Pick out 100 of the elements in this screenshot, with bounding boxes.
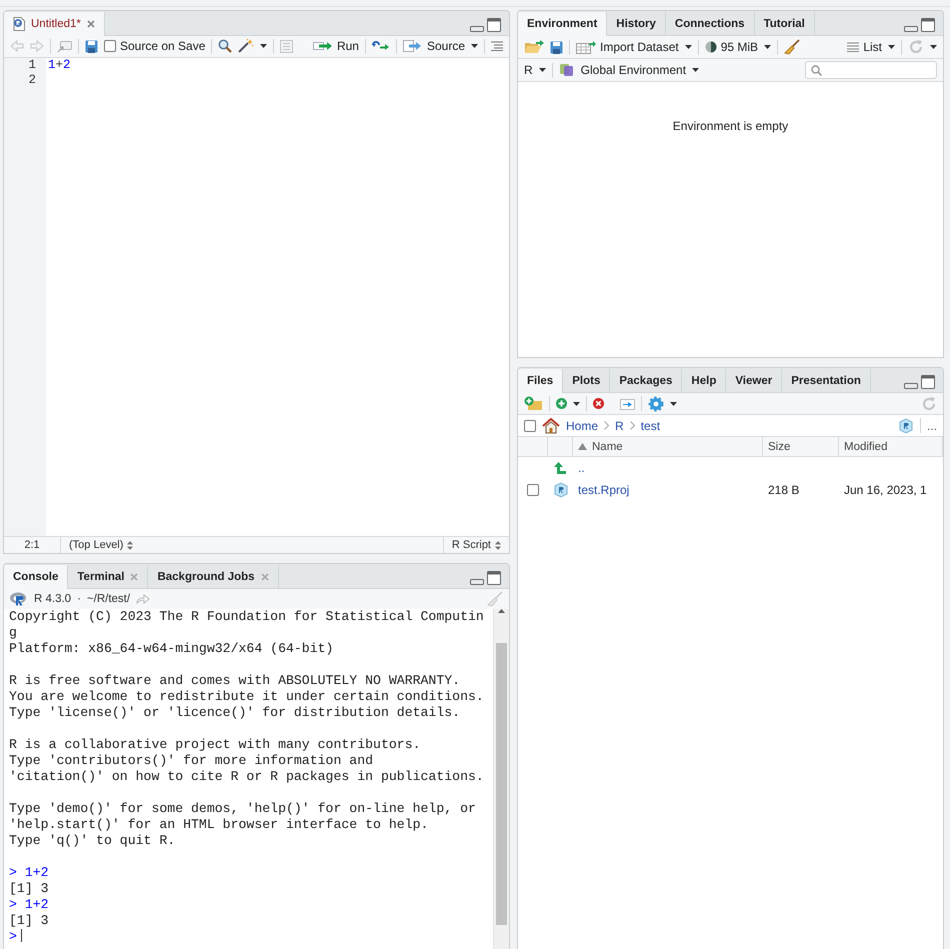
maximize-icon[interactable]	[921, 375, 935, 389]
caret-icon	[684, 45, 692, 49]
file-type-selector[interactable]: R Script	[452, 539, 501, 552]
list-icon	[847, 42, 860, 52]
r-project-icon	[552, 482, 568, 498]
file-tab[interactable]: Untitled1*	[4, 12, 105, 36]
working-directory: ~/R/test/	[86, 593, 130, 605]
pane-tab[interactable]: Files	[518, 369, 564, 393]
cursor-position: 2:1	[4, 537, 61, 553]
r-document-icon	[13, 16, 25, 31]
console-output: g	[9, 625, 18, 641]
environment-selector[interactable]: Global Environment	[580, 63, 686, 77]
show-in-window-icon[interactable]	[57, 40, 72, 53]
delete-icon[interactable]	[593, 398, 604, 409]
breadcrumb-link[interactable]: Home	[566, 418, 598, 432]
close-icon[interactable]	[86, 20, 95, 28]
console-output: Type 'contributors()' for more information and	[9, 753, 374, 769]
search-field[interactable]	[805, 61, 937, 79]
chevron-icon	[604, 421, 610, 430]
caret-icon	[670, 402, 677, 406]
file-link[interactable]: test.Rproj	[578, 483, 630, 497]
file-size: 218 B	[767, 483, 800, 497]
sort-ascending-icon	[578, 443, 587, 450]
minimize-icon[interactable]	[904, 381, 918, 389]
source-button[interactable]: Source	[402, 39, 465, 54]
maximize-icon[interactable]	[921, 18, 935, 32]
caret-icon	[692, 68, 700, 72]
updown-icon	[127, 540, 134, 550]
column-header[interactable]: Name	[573, 437, 763, 456]
add-icon[interactable]	[556, 398, 567, 409]
pane-tab[interactable]: Environment	[518, 12, 608, 36]
console-output: R is free software and comes with ABSOLUTELY NO WARRANTY.	[9, 673, 462, 689]
pane-tab[interactable]: Console	[4, 565, 68, 589]
source-on-save-checkbox[interactable]: Source on Save	[104, 39, 206, 54]
new-folder-icon[interactable]	[524, 396, 543, 411]
console-output: You are welcome to redistribute it under certain conditions.	[9, 689, 485, 705]
console-output: Type 'demo()' for some demos, 'help()' for on-line help, or	[9, 801, 477, 817]
column-header[interactable]: Size	[763, 437, 839, 456]
console-command: > 1+2	[9, 897, 50, 913]
import-dataset-button[interactable]: Import Dataset	[576, 40, 679, 54]
scope-selector[interactable]: (Top Level)	[69, 539, 134, 552]
memory-usage-button[interactable]: 95 MiB	[704, 40, 758, 54]
minimize-icon[interactable]	[904, 24, 918, 32]
gear-icon[interactable]	[648, 396, 664, 412]
magic-wand-icon[interactable]	[238, 39, 254, 54]
pie-chart-icon	[704, 41, 717, 53]
save-icon[interactable]	[550, 40, 563, 54]
rerun-icon[interactable]	[372, 40, 390, 52]
broom-icon[interactable]	[784, 39, 800, 55]
home-icon[interactable]	[542, 418, 560, 434]
caret-icon	[538, 68, 546, 72]
select-all-checkbox[interactable]	[524, 420, 536, 432]
up-arrow-icon	[554, 462, 567, 474]
console-output: 'help.start()' for an HTML browser interface to help.	[9, 817, 430, 833]
column-header[interactable]: Modified	[839, 437, 943, 456]
chevron-icon	[630, 421, 635, 430]
r-logo-icon	[10, 592, 28, 606]
caret-icon	[573, 402, 580, 406]
breadcrumb-link[interactable]: R	[615, 418, 624, 432]
console-output: Copyright (C) 2023 The R Foundation for Statistical Computin	[9, 609, 485, 625]
maximize-icon[interactable]	[487, 18, 501, 32]
scrollbar[interactable]	[493, 609, 509, 949]
row-checkbox[interactable]	[527, 484, 539, 496]
parent-directory-link[interactable]: ..	[578, 461, 585, 475]
pane-tab[interactable]: Tutorial	[754, 12, 815, 35]
separator-dot: ·	[77, 593, 81, 605]
search-icon[interactable]	[218, 39, 232, 54]
minimize-icon[interactable]	[470, 577, 484, 585]
more-button[interactable]: ...	[926, 418, 937, 432]
console-output: [1] 3	[9, 913, 50, 929]
console-output: Type 'license()' or 'licence()' for distribution details.	[9, 705, 462, 721]
caret-icon	[260, 44, 268, 48]
r-project-icon	[898, 418, 914, 434]
view-mode-button[interactable]: List	[847, 40, 882, 54]
empty-message: Environment is empty	[672, 119, 788, 135]
caret-icon	[764, 45, 772, 49]
updown-icon	[495, 540, 501, 550]
language-selector[interactable]: R	[524, 63, 533, 77]
console-output: 'citation()' on how to cite R or R packages in publications.	[9, 769, 485, 785]
run-arrow-icon	[312, 41, 333, 52]
open-folder-icon[interactable]	[524, 40, 544, 54]
line-number: 1	[27, 58, 36, 73]
maximize-icon[interactable]	[487, 571, 501, 585]
source-arrow-icon	[402, 40, 423, 52]
run-button[interactable]: Run	[312, 39, 359, 54]
minimize-icon[interactable]	[470, 24, 484, 32]
outline-icon[interactable]	[491, 41, 503, 52]
file-modified: Jun 16, 2023, 1	[843, 483, 928, 497]
tab-label: Untitled1*	[31, 18, 81, 30]
line-number: 2	[27, 72, 36, 88]
caret-icon	[888, 45, 895, 49]
console-output: Platform: x86_64-w64-mingw32/x64 (64-bit)	[9, 641, 334, 657]
caret-icon	[471, 44, 478, 48]
move-icon[interactable]	[620, 397, 635, 410]
breadcrumb-link[interactable]: test	[640, 418, 660, 432]
console-prompt[interactable]: >	[9, 929, 17, 944]
save-icon[interactable]	[85, 40, 98, 53]
console-command: > 1+2	[9, 865, 50, 881]
r-version: R 4.3.0	[34, 593, 72, 605]
code-line: 1+2	[47, 58, 71, 73]
